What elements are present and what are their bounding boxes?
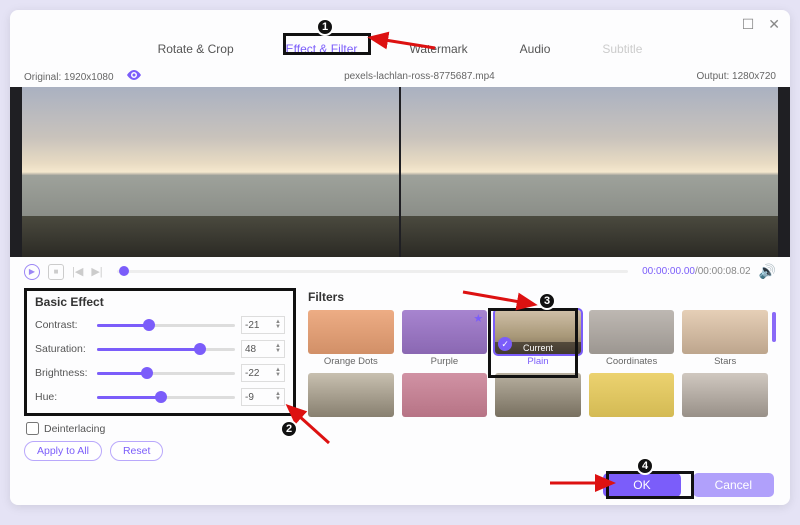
original-info: Original: 1920x1080 <box>24 70 142 83</box>
hue-slider[interactable] <box>97 396 235 399</box>
annotation-badge-2: 2 <box>280 420 298 438</box>
close-icon[interactable]: ✕ <box>768 16 780 33</box>
favorite-icon: ★ <box>473 312 483 325</box>
basic-effect-title: Basic Effect <box>35 295 285 309</box>
stepper-icon[interactable]: ▲▼ <box>275 344 281 354</box>
maximize-icon[interactable]: ☐ <box>742 16 755 33</box>
annotation-badge-3: 3 <box>538 292 556 310</box>
filter-orange-dots[interactable]: Orange Dots <box>308 310 394 367</box>
brightness-slider[interactable] <box>97 372 235 375</box>
apply-to-all-button[interactable]: Apply to All <box>24 441 102 461</box>
annotation-badge-4: 4 <box>636 457 654 475</box>
tab-watermark[interactable]: Watermark <box>403 38 473 60</box>
brightness-label: Brightness: <box>35 367 91 379</box>
basic-effect-panel: Basic Effect Contrast: -21 ▲▼ Saturation:… <box>24 288 296 461</box>
play-icon[interactable]: ▶ <box>24 264 40 280</box>
playback-controls: ▶ ■ |◀ ▶| 00:00:00.00/00:00:08.02 🔊 <box>10 257 790 286</box>
titlebar: ☐ ✕ <box>10 10 790 34</box>
cancel-button[interactable]: Cancel <box>693 473 774 497</box>
filter-label: Plain <box>527 356 548 367</box>
saturation-val-text: 48 <box>245 344 256 355</box>
filter-label: Coordinates <box>606 356 657 367</box>
saturation-slider[interactable] <box>97 348 235 351</box>
preview-original <box>22 87 399 257</box>
filter-item[interactable] <box>495 373 581 419</box>
deinterlacing-input[interactable] <box>26 422 39 435</box>
preview-original-icon[interactable] <box>126 70 142 80</box>
preview-output <box>401 87 778 257</box>
filter-purple[interactable]: ★ Purple <box>402 310 488 367</box>
timecode: 00:00:00.00/00:00:08.02 <box>642 266 750 277</box>
output-resolution: 1280x720 <box>732 71 776 82</box>
duration: 00:00:08.02 <box>698 266 751 277</box>
output-label: Output: <box>696 71 729 82</box>
next-frame-icon[interactable]: ▶| <box>91 265 102 278</box>
timeline-slider[interactable] <box>117 270 628 273</box>
contrast-slider[interactable] <box>97 324 235 327</box>
filter-plain[interactable]: Current✓Plain <box>495 310 581 367</box>
tab-subtitle: Subtitle <box>596 38 648 60</box>
filter-stars[interactable]: Stars <box>682 310 768 367</box>
volume-icon[interactable]: 🔊 <box>759 263 776 280</box>
preview-area <box>10 87 790 257</box>
filter-label: Orange Dots <box>324 356 378 367</box>
footer-buttons: OK Cancel <box>603 473 774 497</box>
contrast-value[interactable]: -21 ▲▼ <box>241 316 285 334</box>
contrast-label: Contrast: <box>35 319 91 331</box>
filter-item[interactable] <box>308 373 394 419</box>
lower-panel: Basic Effect Contrast: -21 ▲▼ Saturation:… <box>10 286 790 469</box>
filters-scrollbar[interactable] <box>772 312 776 342</box>
tab-rotate-crop[interactable]: Rotate & Crop <box>152 38 240 60</box>
hue-label: Hue: <box>35 391 91 403</box>
filter-coordinates[interactable]: Coordinates <box>589 310 675 367</box>
filter-label: Purple <box>431 356 458 367</box>
brightness-val-text: -22 <box>245 368 259 379</box>
deinterlacing-label: Deinterlacing <box>44 423 105 435</box>
saturation-value[interactable]: 48 ▲▼ <box>241 340 285 358</box>
output-info: Output: 1280x720 <box>696 71 776 82</box>
filter-item[interactable] <box>402 373 488 419</box>
stepper-icon[interactable]: ▲▼ <box>275 368 281 378</box>
annotation-box-2: Basic Effect Contrast: -21 ▲▼ Saturation:… <box>24 288 296 416</box>
stop-icon[interactable]: ■ <box>48 264 64 280</box>
ok-button[interactable]: OK <box>603 473 680 497</box>
saturation-label: Saturation: <box>35 343 91 355</box>
original-resolution: 1920x1080 <box>64 72 114 83</box>
hue-value[interactable]: -9 ▲▼ <box>241 388 285 406</box>
stepper-icon[interactable]: ▲▼ <box>275 320 281 330</box>
current-time: 00:00:00.00 <box>642 266 695 277</box>
filters-panel: Filters Orange Dots ★Purple Current✓Plai… <box>308 288 776 461</box>
reset-button[interactable]: Reset <box>110 441 163 461</box>
hue-val-text: -9 <box>245 392 254 403</box>
info-bar: Original: 1920x1080 pexels-lachlan-ross-… <box>10 68 790 87</box>
editor-window: ☐ ✕ Rotate & Crop Effect & Filter Waterm… <box>10 10 790 505</box>
contrast-val-text: -21 <box>245 320 259 331</box>
filter-label: Stars <box>714 356 736 367</box>
prev-frame-icon[interactable]: |◀ <box>72 265 83 278</box>
annotation-badge-1: 1 <box>316 18 334 36</box>
annotation-arrow-4 <box>548 474 604 497</box>
tab-effect-filter[interactable]: Effect & Filter <box>280 38 364 60</box>
original-label: Original: <box>24 72 61 83</box>
filter-item[interactable] <box>589 373 675 419</box>
filter-item[interactable] <box>682 373 768 419</box>
brightness-value[interactable]: -22 ▲▼ <box>241 364 285 382</box>
tab-audio[interactable]: Audio <box>514 38 557 60</box>
filters-grid: Orange Dots ★ Purple Current✓Plain Coordi… <box>308 310 768 419</box>
tabs: Rotate & Crop Effect & Filter Watermark … <box>10 34 790 68</box>
deinterlacing-checkbox[interactable]: Deinterlacing <box>26 422 296 435</box>
filename: pexels-lachlan-ross-8775687.mp4 <box>344 71 495 82</box>
stepper-icon[interactable]: ▲▼ <box>275 392 281 402</box>
